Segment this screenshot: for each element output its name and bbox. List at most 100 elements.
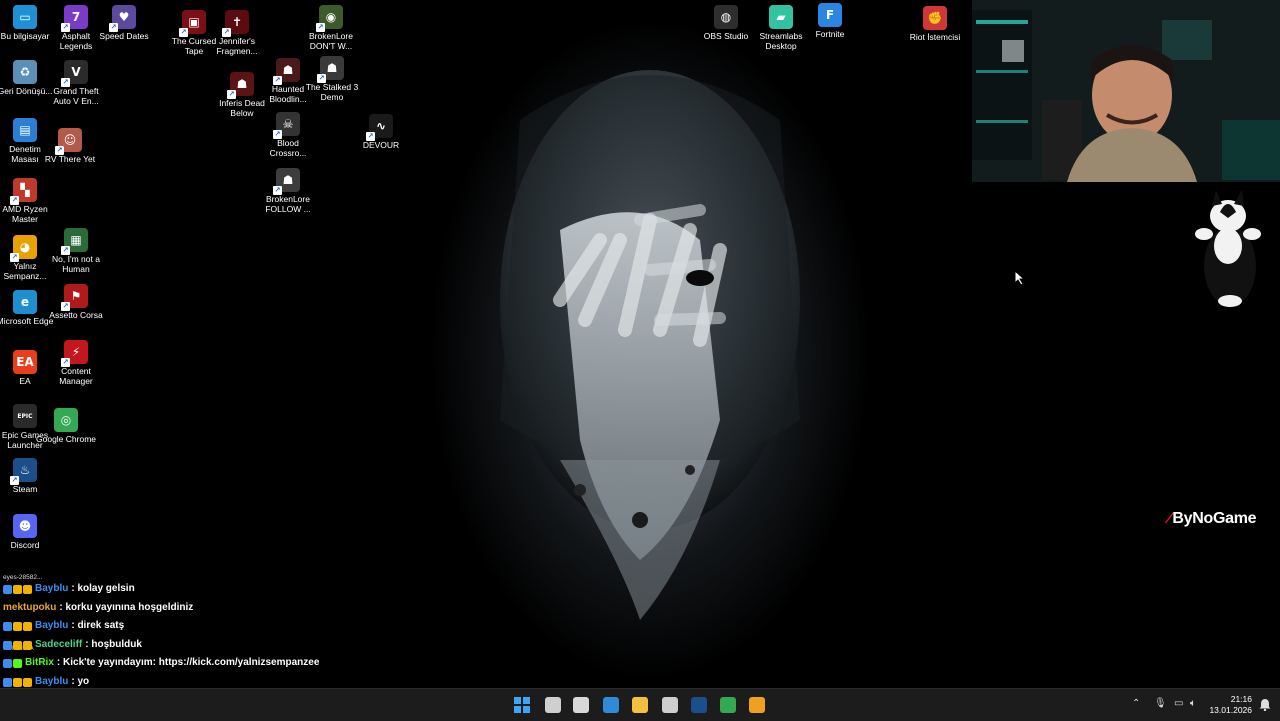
desktop-icon[interactable]: ◉BrokenLore DON'T W... <box>301 5 361 51</box>
badge-icon <box>3 640 12 650</box>
desktop-icon[interactable]: ⚡Content Manager <box>46 340 106 386</box>
app-icon: ☗ <box>273 58 300 85</box>
photos-icon[interactable] <box>603 697 619 713</box>
app-icon: ♻ <box>13 60 37 84</box>
clock[interactable]: 21:16 13.01.2026 <box>1209 694 1252 716</box>
desktop-icon[interactable]: ☠Blood Crossro... <box>258 112 318 158</box>
desktop-icon[interactable]: ▦No, I'm not a Human <box>46 228 106 274</box>
chat-username: mektupoku <box>3 601 57 613</box>
show-hidden-icons-chevron-up-icon[interactable]: ⌃ <box>1132 698 1140 709</box>
badge-icon <box>13 640 22 650</box>
chat-username: Bayblu <box>35 583 69 594</box>
badge-icon <box>23 640 32 650</box>
app-icon: ▦ <box>61 228 88 255</box>
file-explorer-icon[interactable] <box>632 697 648 713</box>
chat-username: BitRix <box>25 657 54 669</box>
desktop-icon-label: The Stalked 3 Demo <box>305 82 359 102</box>
brand-text: ByNoGame <box>1172 510 1257 527</box>
chat-overlay: Bayblu: kolay gelsin mektupoku: korku yay… <box>3 580 423 692</box>
desktop-icon[interactable]: ♥Speed Dates <box>94 5 154 41</box>
desktop-icon[interactable]: ♨Steam <box>0 458 55 494</box>
app-icon: ▭ <box>13 5 37 29</box>
snipping-tool-icon[interactable] <box>573 697 589 713</box>
notification-bell-icon[interactable] <box>1259 698 1271 711</box>
desktop-icon-label: BrokenLore DON'T W... <box>309 31 353 51</box>
app-icon: e <box>13 290 37 314</box>
chat-badges <box>3 584 32 594</box>
app-icon: ◉ <box>316 5 343 32</box>
desktop-icon-label: Blood Crossro... <box>269 138 307 158</box>
app-icon: ▚ <box>10 178 37 205</box>
app-icon: ☠ <box>273 112 300 139</box>
desktop-icon[interactable]: VGrand Theft Auto V En... <box>46 60 106 106</box>
network-icon[interactable]: ▭ <box>1174 698 1183 709</box>
desktop-icon-label: Riot İstemcisi <box>909 32 961 42</box>
badge-icon <box>23 584 32 594</box>
chat-message: Bayblu: kolay gelsin <box>3 580 423 599</box>
desktop-icon-label: Steam <box>12 484 38 494</box>
desktop-icon-label: Jennifer's Fragmen... <box>216 36 258 56</box>
app-icon: ◍ <box>714 5 738 29</box>
task-view-icon[interactable] <box>545 697 561 713</box>
taskbar: ⌃ 🎙︎ ▭ 🔈︎ 21:16 13.01.2026 <box>0 688 1280 721</box>
desktop-icon-label: DEVOUR <box>362 140 400 150</box>
brand-watermark: ⁄ ByNoGame <box>1168 510 1257 528</box>
app-icon: F <box>818 3 842 27</box>
app-icon[interactable] <box>749 697 765 713</box>
desktop-icon-label: RV There Yet <box>44 154 96 164</box>
desktop-icon[interactable]: ◍ OBS Studio <box>696 5 756 41</box>
app-icon: ☗ <box>227 72 254 99</box>
desktop-icon[interactable]: ☗The Stalked 3 Demo <box>302 56 362 102</box>
desktop-icon[interactable]: ∿DEVOUR <box>351 114 411 150</box>
webcam-overlay <box>972 0 1280 182</box>
chat-badges <box>3 659 22 669</box>
chat-username: Sadeceliff <box>35 638 83 650</box>
badge-icon <box>13 621 22 631</box>
chrome-icon[interactable] <box>720 697 736 713</box>
desktop-icon-label: Fortnite <box>815 29 845 39</box>
chat-message: Bayblu: direk satş <box>3 617 423 636</box>
app-icon: ☺ <box>55 128 82 155</box>
chat-message: BitRix: Kick'te yayındayım: https://kick… <box>3 654 423 673</box>
chat-username: Bayblu <box>35 620 69 632</box>
app-icon: ◕ <box>10 235 37 262</box>
app-icon: ◎ <box>54 408 78 432</box>
app-icon: ⚑ <box>61 284 88 311</box>
badge-icon <box>3 659 12 669</box>
desktop-icon[interactable]: ✝Jennifer's Fragmen... <box>207 10 267 56</box>
microphone-icon[interactable]: 🎙︎ <box>1154 698 1167 709</box>
desktop-icon[interactable]: ⚑Assetto Corsa <box>46 284 106 320</box>
desktop-icon[interactable]: ☗BrokenLore FOLLOW ... <box>258 168 318 214</box>
app-icon: ▰ <box>769 5 793 29</box>
desktop-icon[interactable]: ✊ Riot İstemcisi <box>905 6 965 42</box>
badge-icon <box>13 584 22 594</box>
clock-time: 21:16 <box>1230 694 1252 704</box>
desktop-icon[interactable]: ▚AMD Ryzen Master <box>0 178 55 224</box>
chat-text: : korku yayınına hoşgeldiniz <box>59 601 194 613</box>
obs-icon[interactable] <box>662 697 678 713</box>
desktop-icon-label: AMD Ryzen Master <box>2 204 48 224</box>
desktop-icon[interactable]: ☻ Discord <box>0 514 55 550</box>
desktop-icon[interactable]: F Fortnite <box>800 3 860 39</box>
start-icon[interactable] <box>514 697 530 713</box>
app-icon: ✊ <box>923 6 947 30</box>
chat-text: : hoşbulduk <box>85 638 142 650</box>
desktop-icon[interactable]: ☺RV There Yet <box>40 128 100 164</box>
brand-logo-icon: ⁄ <box>1168 510 1171 527</box>
app-icon: ☻ <box>13 514 37 538</box>
badge-icon <box>3 584 12 594</box>
cat-overlay <box>1195 190 1261 307</box>
steam-icon[interactable] <box>691 697 707 713</box>
chat-text: : direk satş <box>71 620 125 632</box>
app-icon: EPIC <box>13 404 37 428</box>
desktop-icon-label: OBS Studio <box>703 31 749 41</box>
desktop-icon-label: Discord <box>10 540 40 550</box>
mouse-cursor <box>1014 270 1026 286</box>
app-icon: ☗ <box>273 168 300 195</box>
desktop-icon[interactable]: ◎ Google Chrome <box>36 408 96 444</box>
desktop-icon-label: Google Chrome <box>36 434 97 444</box>
app-icon: ⚡ <box>61 340 88 367</box>
desktop-icon-label: Speed Dates <box>99 31 149 41</box>
volume-icon[interactable]: 🔈︎ <box>1190 698 1196 709</box>
app-icon: EA <box>13 350 37 374</box>
